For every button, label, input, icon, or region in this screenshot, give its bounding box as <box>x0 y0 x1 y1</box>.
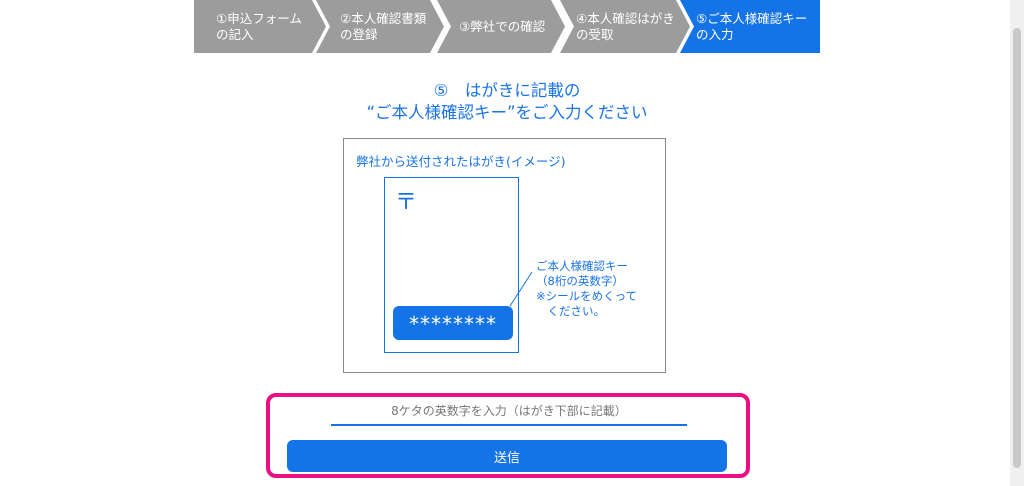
masked-key-sticker: ******** <box>393 306 513 340</box>
callout-line-1: ご本人様確認キー <box>536 259 628 273</box>
scrollbar-thumb[interactable] <box>1013 28 1021 468</box>
postcard-illustration: 弊社から送付されたはがき(イメージ) 〒 ******** ご本人様確認キー （… <box>343 138 666 373</box>
step-3-label: ③弊社での確認 <box>459 18 546 34</box>
step-5-current: ⑤ご本人様確認キー の入力 <box>680 0 820 53</box>
postal-mark-icon: 〒 <box>395 190 418 215</box>
illustration-caption: 弊社から送付されたはがき(イメージ) <box>356 154 566 169</box>
step-4-label: ④本人確認はがき の受取 <box>576 10 675 42</box>
step-3: ③弊社での確認 <box>437 0 565 53</box>
step-2: ②本人確認書類 の登録 <box>316 0 444 53</box>
key-callout: ご本人様確認キー （8桁の英数字） ※シールをめくって ください。 <box>536 259 666 319</box>
step-5-label: ⑤ご本人様確認キー の入力 <box>696 10 808 42</box>
callout-line-2: （8桁の英数字） <box>536 274 624 288</box>
step-1: ①申込フォーム の記入 <box>194 0 326 53</box>
postcard-image: 〒 ******** <box>384 177 519 353</box>
page-title: ⑤ はがきに記載の “ご本人様確認キー”をご入力ください <box>366 81 648 122</box>
progress-steps: ①申込フォーム の記入 ②本人確認書類 の登録 ③弊社での確認 ④本人確認はがき… <box>194 0 820 53</box>
step-2-label: ②本人確認書類 の登録 <box>340 10 427 42</box>
callout-line-3: ※シールをめくって <box>536 289 638 303</box>
callout-line-4: ください。 <box>536 304 605 318</box>
step-4: ④本人確認はがき の受取 <box>560 0 690 53</box>
vertical-scrollbar[interactable] <box>1010 0 1024 486</box>
submit-button[interactable]: 送信 <box>287 440 727 472</box>
step-1-label: ①申込フォーム の記入 <box>216 10 302 42</box>
confirmation-key-input[interactable] <box>331 398 687 426</box>
